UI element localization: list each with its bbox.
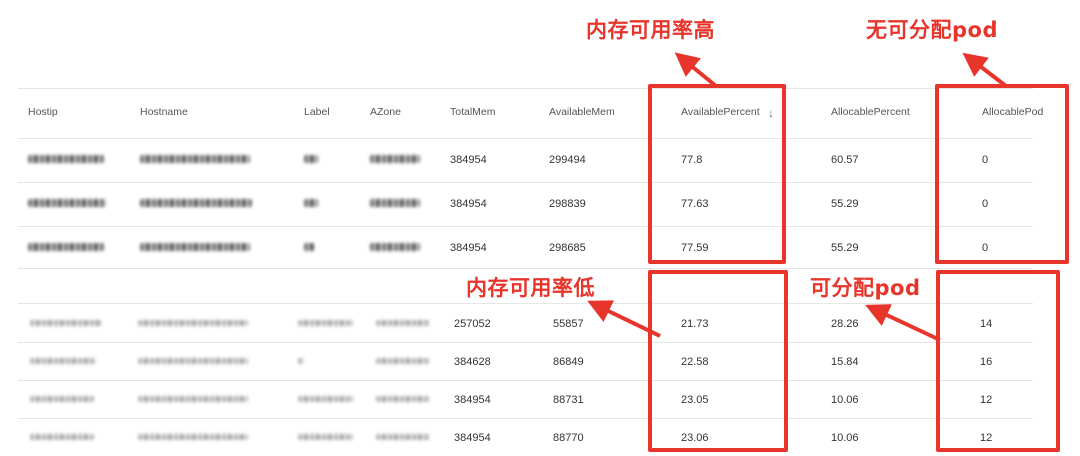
arrow-low-available [587,300,661,338]
annotation-arrows [587,52,1008,342]
arrow-no-pod [962,52,1008,88]
arrow-has-pod [865,304,941,342]
arrow-high-available [674,52,718,88]
